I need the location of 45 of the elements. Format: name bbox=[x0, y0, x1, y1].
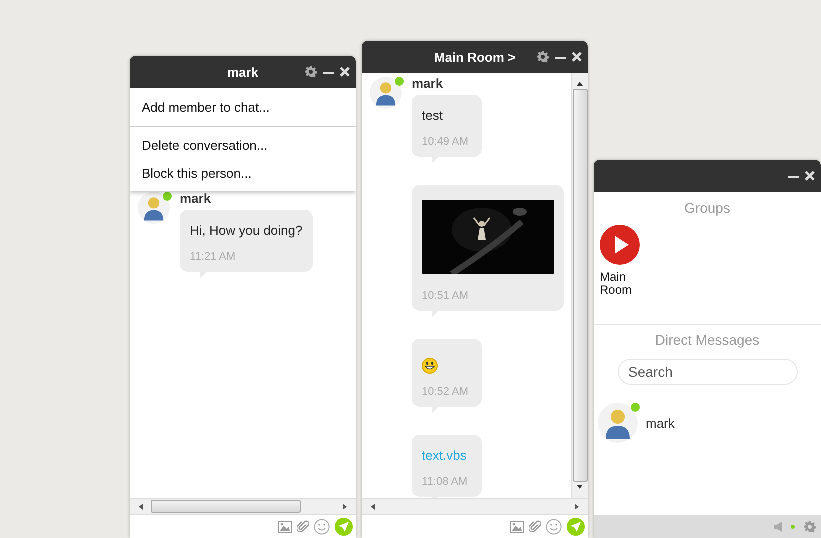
paperclip-icon[interactable] bbox=[297, 520, 309, 534]
smiley-icon[interactable] bbox=[546, 518, 562, 534]
menu-item[interactable]: Block this person... bbox=[130, 159, 356, 187]
smiley-icon[interactable] bbox=[314, 518, 330, 534]
smiley-icon bbox=[422, 358, 438, 374]
search-field[interactable]: Search bbox=[618, 359, 798, 385]
paper-plane-icon bbox=[339, 522, 349, 532]
message-text: Hi, How you doing? bbox=[190, 223, 303, 239]
close-icon[interactable] bbox=[572, 52, 582, 62]
settings-icon[interactable] bbox=[537, 51, 549, 63]
horizontal-scrollbar[interactable] bbox=[362, 498, 588, 514]
window-title: mark bbox=[227, 64, 259, 80]
close-icon[interactable] bbox=[340, 67, 350, 77]
paperclip-icon[interactable] bbox=[529, 520, 541, 534]
message-text: test bbox=[422, 108, 444, 124]
settings-icon[interactable] bbox=[305, 66, 317, 78]
avatar bbox=[138, 192, 170, 224]
message-input[interactable] bbox=[362, 516, 505, 538]
menu-item[interactable]: Add member to chat... bbox=[130, 93, 356, 121]
section-title: Groups bbox=[684, 200, 730, 216]
message-input[interactable] bbox=[130, 516, 273, 538]
paper-plane-icon bbox=[571, 522, 581, 532]
avatar bbox=[370, 77, 402, 109]
section-title: Direct Messages bbox=[655, 332, 760, 348]
play-icon bbox=[600, 225, 640, 265]
contact-name[interactable]: mark bbox=[646, 416, 675, 430]
vertical-scrollbar[interactable] bbox=[571, 73, 588, 498]
send-button[interactable] bbox=[567, 518, 585, 536]
image-icon[interactable] bbox=[278, 520, 292, 532]
image-icon[interactable] bbox=[510, 520, 524, 532]
speaker-icon[interactable] bbox=[774, 522, 782, 532]
window-title: Main Room > bbox=[434, 50, 516, 64]
avatar bbox=[598, 403, 638, 443]
message-time: 10:52 AM bbox=[422, 386, 470, 399]
sender-name: mark bbox=[180, 192, 212, 206]
horizontal-scrollbar[interactable] bbox=[130, 498, 356, 514]
menu-item[interactable]: Delete conversation... bbox=[130, 131, 356, 159]
send-button[interactable] bbox=[335, 518, 353, 536]
message-time: 10:49 AM bbox=[422, 136, 470, 149]
message-time: 11:21 AM bbox=[190, 251, 237, 264]
close-icon[interactable] bbox=[805, 171, 815, 181]
sender-name: mark bbox=[412, 77, 444, 91]
message-time: 10:51 AM bbox=[422, 290, 470, 303]
group-item[interactable]: Main Room bbox=[600, 225, 650, 320]
message-time: 11:08 AM bbox=[422, 476, 469, 489]
